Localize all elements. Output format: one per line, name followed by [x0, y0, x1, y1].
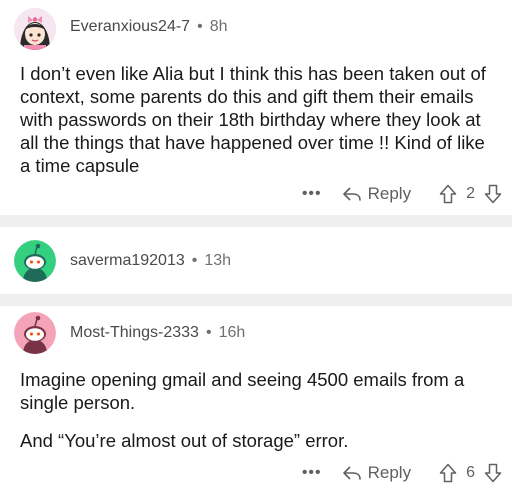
username[interactable]: Everanxious24-7 — [70, 18, 190, 36]
comment-paragraph: Imagine opening gmail and seeing 4500 em… — [20, 369, 465, 413]
upvote-arrow-icon[interactable] — [439, 463, 457, 483]
comment-1: Everanxious24-7 • 8h I don’t even like A… — [0, 0, 512, 215]
username[interactable]: saverma192013 — [70, 252, 185, 270]
comment-divider — [0, 215, 512, 227]
vote-count: 2 — [466, 185, 475, 202]
user-avatar[interactable] — [14, 240, 56, 282]
username[interactable]: Most-Things-2333 — [70, 324, 199, 342]
comment-3: Most-Things-2333 • 16h Imagine opening g… — [0, 306, 512, 490]
reply-arrow-icon — [342, 466, 361, 480]
comment-actions: ••• Reply 2 — [302, 182, 502, 206]
comment-2[interactable]: saverma192013 • 13h — [0, 227, 512, 294]
timestamp: 16h — [218, 324, 246, 341]
more-options-icon[interactable]: ••• — [302, 185, 322, 203]
comment-paragraph: I don’t even like Alia but I think this … — [20, 63, 486, 176]
downvote-arrow-icon[interactable] — [484, 184, 502, 204]
vote-control: 2 — [439, 184, 502, 204]
comment-meta: Everanxious24-7 • 8h — [70, 18, 227, 36]
more-options-icon[interactable]: ••• — [302, 464, 322, 482]
comment-divider — [0, 294, 512, 306]
timestamp: 13h — [204, 252, 232, 269]
timestamp: 8h — [209, 18, 228, 35]
user-avatar[interactable] — [14, 312, 56, 354]
reply-button[interactable]: Reply — [342, 463, 411, 483]
reply-arrow-icon — [342, 187, 361, 201]
comment-paragraph: And “You’re almost out of storage” error… — [20, 430, 349, 451]
comment-actions: ••• Reply 6 — [302, 461, 502, 485]
snoo-avatar-icon — [14, 240, 56, 282]
reply-label: Reply — [367, 184, 412, 203]
comment-body: I don’t even like Alia but I think this … — [20, 62, 500, 177]
comment-body: Imagine opening gmail and seeing 4500 em… — [20, 368, 500, 452]
vote-control: 6 — [439, 463, 502, 483]
downvote-arrow-icon[interactable] — [484, 463, 502, 483]
vote-count: 6 — [466, 464, 475, 481]
comment-meta: Most-Things-2333 • 16h — [70, 324, 245, 342]
snoo-avatar-icon — [14, 312, 56, 354]
meta-separator: • — [197, 18, 203, 35]
meta-separator: • — [205, 324, 212, 341]
comment-meta: saverma192013 • 13h — [70, 252, 231, 270]
reply-button[interactable]: Reply — [342, 184, 411, 204]
reply-label: Reply — [367, 463, 412, 482]
meta-separator: • — [191, 252, 198, 269]
anime-avatar-icon — [14, 8, 56, 50]
user-avatar[interactable] — [14, 8, 56, 50]
upvote-arrow-icon[interactable] — [439, 184, 457, 204]
